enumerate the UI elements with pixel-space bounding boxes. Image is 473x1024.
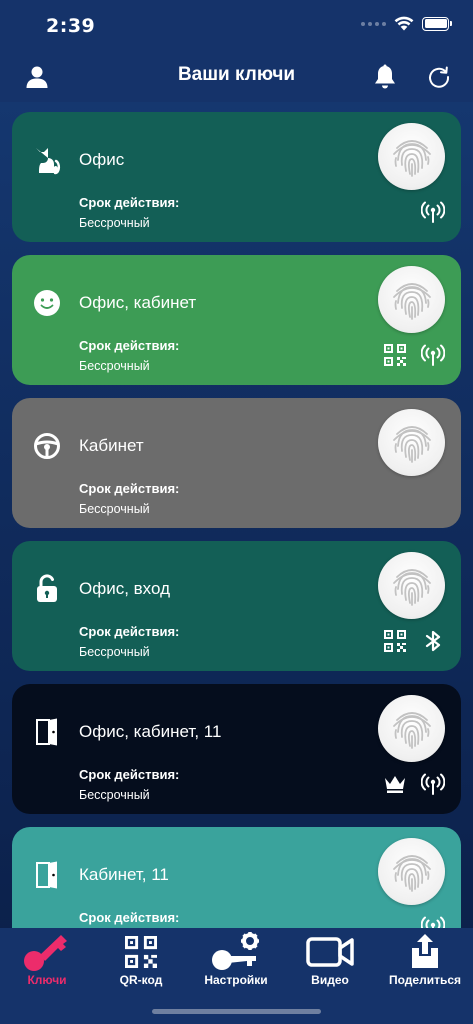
- door-icon: [32, 860, 62, 890]
- wifi-icon: [394, 16, 414, 31]
- key-name: Кабинет: [79, 436, 144, 455]
- fingerprint-unlock-button[interactable]: [378, 552, 445, 619]
- validity-value: Бессрочный: [79, 216, 150, 230]
- validity-label: Срок действия:: [79, 338, 180, 353]
- tab-label: Настройки: [204, 973, 268, 987]
- key-name: Офис, вход: [79, 579, 170, 598]
- fingerprint-icon: [385, 273, 439, 327]
- validity-label: Срок действия:: [79, 481, 180, 496]
- fingerprint-icon: [385, 702, 439, 756]
- status-time: 2:39: [46, 15, 96, 37]
- key-list[interactable]: Офис Срок действия: Бессрочный Офис, каб…: [0, 102, 473, 928]
- key-capabilities: [383, 772, 445, 796]
- tab-key[interactable]: Ключи: [0, 932, 94, 992]
- tab-share[interactable]: Поделиться: [378, 932, 472, 992]
- key-name: Офис: [79, 150, 125, 169]
- fingerprint-icon: [385, 130, 439, 184]
- cat-icon: [32, 145, 62, 175]
- notifications-button[interactable]: [370, 62, 400, 92]
- key-card[interactable]: Офис, кабинет, 11 Срок действия: Бессроч…: [12, 684, 461, 814]
- app-header: Ваши ключи: [0, 50, 473, 102]
- key-name: Офис, кабинет: [79, 293, 197, 312]
- nfc-icon: [421, 915, 445, 928]
- fingerprint-unlock-button[interactable]: [378, 409, 445, 476]
- validity-value: Бессрочный: [79, 645, 150, 659]
- door-icon: [32, 717, 62, 747]
- refresh-icon: [429, 66, 450, 88]
- tab-key-gear[interactable]: Настройки: [189, 932, 283, 992]
- fingerprint-unlock-button[interactable]: [378, 266, 445, 333]
- key-capabilities: [421, 200, 445, 224]
- validity-label: Срок действия:: [79, 767, 180, 782]
- tab-label: Видео: [311, 973, 349, 987]
- bluetooth-icon: [421, 629, 445, 653]
- nfc-icon: [421, 200, 445, 224]
- page-title: Ваши ключи: [177, 64, 296, 85]
- tab-qr-code[interactable]: QR-код: [94, 932, 188, 992]
- key-capabilities: [383, 343, 445, 367]
- share-icon: [378, 932, 472, 972]
- qr-code-icon: [383, 343, 407, 367]
- key-card[interactable]: Кабинет, 11 Срок действия: Бессрочный: [12, 827, 461, 928]
- fingerprint-icon: [385, 845, 439, 899]
- key-icon: [0, 932, 94, 972]
- key-card[interactable]: Офис, вход Срок действия: Бессрочный: [12, 541, 461, 671]
- validity-value: Бессрочный: [79, 788, 150, 802]
- key-capabilities: [383, 629, 445, 653]
- crown-icon: [383, 772, 407, 796]
- qr-code-icon: [383, 629, 407, 653]
- fingerprint-unlock-button[interactable]: [378, 123, 445, 190]
- fingerprint-icon: [385, 559, 439, 613]
- validity-label: Срок действия:: [79, 624, 180, 639]
- key-name: Кабинет, 11: [79, 865, 169, 884]
- fingerprint-icon: [385, 416, 439, 470]
- key-card[interactable]: Офис Срок действия: Бессрочный: [12, 112, 461, 242]
- steering-wheel-icon: [32, 431, 62, 461]
- fingerprint-unlock-button[interactable]: [378, 695, 445, 762]
- validity-value: Бессрочный: [79, 502, 150, 516]
- cellular-signal-icon: [361, 21, 386, 26]
- status-bar: 2:39: [0, 0, 473, 50]
- padlock-open-icon: [32, 574, 62, 604]
- tab-video-camera[interactable]: Видео: [283, 932, 377, 992]
- nfc-icon: [421, 343, 445, 367]
- tab-label: QR-код: [119, 973, 163, 987]
- key-gear-icon: [189, 932, 283, 972]
- key-capabilities: [421, 915, 445, 928]
- tab-label: Ключи: [27, 973, 67, 987]
- key-card[interactable]: Кабинет Срок действия: Бессрочный: [12, 398, 461, 528]
- battery-icon: [422, 16, 452, 31]
- fingerprint-unlock-button[interactable]: [378, 838, 445, 905]
- validity-value: Бессрочный: [79, 359, 150, 373]
- smile-icon: [32, 288, 62, 318]
- validity-label: Срок действия:: [79, 910, 180, 925]
- nfc-icon: [421, 772, 445, 796]
- bell-icon: [375, 64, 395, 89]
- status-indicators: [361, 16, 452, 31]
- video-camera-icon: [283, 932, 377, 972]
- home-indicator: [152, 1009, 321, 1014]
- key-name: Офис, кабинет, 11: [79, 722, 222, 741]
- tab-label: Поделиться: [388, 973, 462, 987]
- validity-label: Срок действия:: [79, 195, 180, 210]
- key-card[interactable]: Офис, кабинет Срок действия: Бессрочный: [12, 255, 461, 385]
- qr-code-icon: [94, 932, 188, 972]
- refresh-button[interactable]: [424, 62, 454, 92]
